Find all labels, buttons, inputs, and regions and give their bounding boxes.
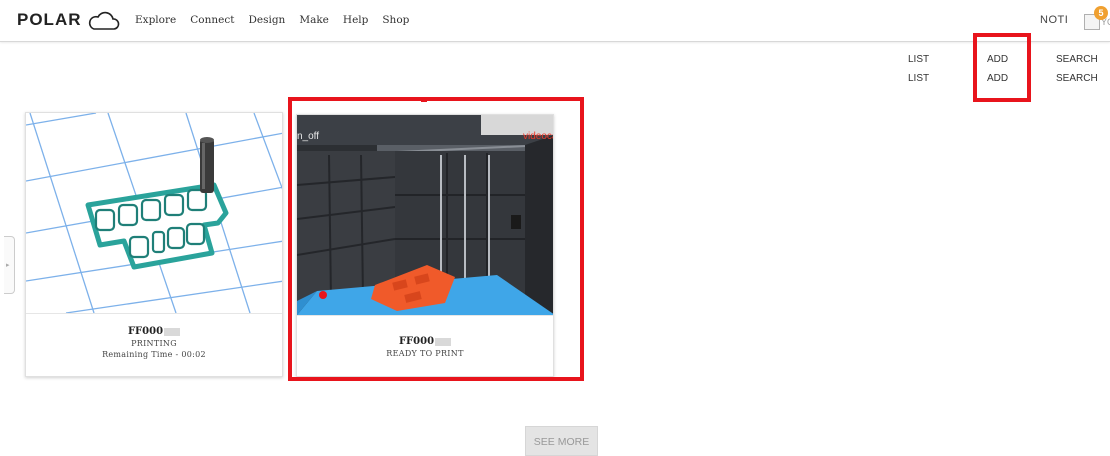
search-button[interactable]: SEARCH: [1056, 54, 1098, 65]
top-navigation-bar: POLAR Explore Connect Design Make Help S…: [0, 0, 1110, 42]
see-more-button[interactable]: SEE MORE: [525, 426, 598, 456]
remaining-time: Remaining Time - 00:02: [102, 350, 206, 359]
nav-explore[interactable]: Explore: [135, 14, 176, 26]
add-button-highlight: [973, 33, 1031, 102]
chevron-right-icon: ▸: [6, 262, 10, 269]
gcode-file-illustration: [26, 113, 282, 313]
list-button[interactable]: LIST: [908, 73, 929, 84]
nav-make[interactable]: Make: [299, 14, 329, 26]
polar-logo[interactable]: POLAR: [17, 8, 120, 32]
printer-status: PRINTING: [131, 339, 177, 348]
nav-shop[interactable]: Shop: [382, 14, 409, 26]
nav-design[interactable]: Design: [248, 14, 285, 26]
notifications-link[interactable]: NOTI: [1040, 14, 1068, 26]
nav-help[interactable]: Help: [343, 14, 368, 26]
printer-card[interactable]: FF000 PRINTING Remaining Time - 00:02: [25, 112, 283, 377]
main-nav: Explore Connect Design Make Help Shop: [135, 14, 423, 26]
cloud-icon: [88, 11, 119, 30]
printer-name: FF000: [26, 326, 282, 337]
highlight-marker: [421, 98, 427, 102]
list-button[interactable]: LIST: [908, 54, 929, 65]
search-button[interactable]: SEARCH: [1056, 73, 1098, 84]
notification-badge: 5: [1094, 6, 1108, 20]
logo-text: POLAR: [17, 10, 82, 29]
gcode-file-thumbnail: [26, 113, 282, 313]
avatar[interactable]: YO 5: [1082, 6, 1110, 34]
printer-card-highlight: [288, 97, 584, 381]
nav-connect[interactable]: Connect: [190, 14, 234, 26]
printer-card-info: FF000 PRINTING Remaining Time - 00:02: [26, 313, 282, 376]
redacted-id: [164, 327, 181, 336]
side-panel-toggle[interactable]: ▸: [4, 236, 15, 294]
